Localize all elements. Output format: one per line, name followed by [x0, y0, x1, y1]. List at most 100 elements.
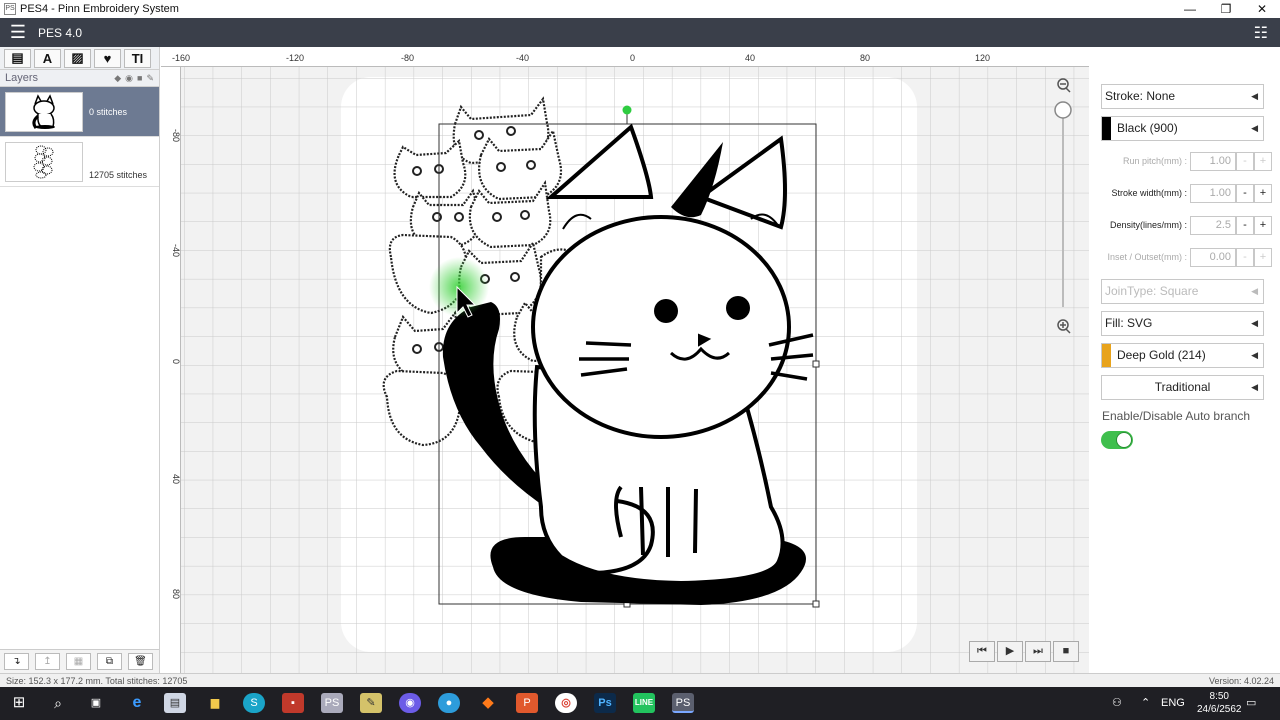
vertical-ruler: -80 -40 0 40 80 [161, 67, 181, 673]
inset-label: Inset / Outset(mm) : [1107, 252, 1187, 262]
pes-active-icon[interactable]: PS [672, 693, 694, 713]
duplicate-icon[interactable]: ⧉ [97, 653, 122, 670]
delete-icon[interactable]: 🗑 [128, 653, 153, 670]
caret-left-icon: ◀ [1251, 318, 1258, 328]
lock-icon[interactable]: ■ [137, 73, 142, 84]
language-indicator[interactable]: ENG [1161, 687, 1185, 720]
app-icon[interactable]: ● [438, 693, 460, 713]
caret-left-icon: ◀ [1251, 350, 1258, 360]
search-icon[interactable]: ⌕ [47, 693, 69, 713]
rotate-handle [622, 105, 632, 115]
maximize-button[interactable]: ❐ [1208, 0, 1244, 18]
ruler-label: 0 [171, 359, 181, 364]
photoshop-icon[interactable]: Ps [594, 693, 616, 713]
resize-handle [812, 360, 820, 368]
ruler-label: -120 [286, 53, 304, 63]
minimize-button[interactable]: — [1172, 0, 1208, 18]
visibility-icon[interactable]: ◉ [125, 73, 133, 84]
stroke-color-value: Black (900) [1117, 121, 1178, 135]
stroke-type-dropdown[interactable]: Stroke: None ◀ [1101, 84, 1264, 109]
resize-handle [812, 600, 820, 608]
add-textbox-icon[interactable]: TI [124, 48, 151, 68]
stroke-type-value: Stroke: None [1105, 89, 1176, 103]
window-controls: — ❐ ✕ [1172, 0, 1280, 18]
app-icon[interactable]: ▪ [282, 693, 304, 713]
file-explorer-icon[interactable]: ▆ [204, 693, 226, 713]
hamburger-menu-icon[interactable]: ☰ [0, 22, 36, 43]
app-version-title: PES 4.0 [38, 25, 83, 40]
clock[interactable]: 8:50 24/6/2562 [1197, 690, 1242, 716]
design-canvas[interactable]: -160 -120 -80 -40 0 40 80 120 -80 -40 0 … [161, 47, 1089, 673]
ruler-label: 80 [171, 589, 181, 599]
powerpoint-icon[interactable]: P [516, 693, 538, 713]
group-icon[interactable]: ▦ [66, 653, 91, 670]
density-input[interactable]: 2.5 [1190, 216, 1236, 235]
edit-icon[interactable]: ✎ [146, 73, 154, 84]
play-icon[interactable]: ▶ [997, 641, 1023, 662]
fill-color-swatch [1102, 344, 1111, 367]
ruler-label: -80 [171, 129, 181, 142]
skype-icon[interactable]: S [243, 693, 265, 713]
task-view-icon[interactable]: ▣ [85, 693, 107, 713]
app-icon[interactable]: ▤ [164, 693, 186, 713]
fill-type-dropdown[interactable]: Fill: SVG ◀ [1101, 311, 1264, 336]
stitch-playback-controls: ⏮ ▶ ⏭ ■ [969, 641, 1079, 662]
fill-style-dropdown[interactable]: Traditional ◀ [1101, 375, 1264, 400]
panel-menu-icon[interactable]: ☷ [1254, 23, 1268, 43]
ruler-label: -80 [401, 53, 414, 63]
chrome-icon[interactable]: ◎ [555, 693, 577, 713]
inset-input[interactable]: 0.00 [1190, 248, 1236, 267]
auto-branch-toggle[interactable] [1101, 431, 1133, 449]
add-text-icon[interactable]: A [34, 48, 61, 68]
inset-plus-button[interactable]: + [1254, 248, 1272, 267]
close-button[interactable]: ✕ [1244, 0, 1280, 18]
version-status: Version: 4.02.24 [1208, 676, 1274, 686]
add-design-icon[interactable]: ▤ [4, 48, 31, 68]
window-title: PES4 - Pinn Embroidery System [20, 3, 179, 15]
layer-item[interactable]: 12705 stitches [0, 137, 159, 187]
design-size-status: Size: 152.3 x 177.2 mm. Total stitches: … [6, 676, 188, 686]
stroke-color-dropdown[interactable]: Black (900) ◀ [1101, 116, 1264, 141]
notification-icon[interactable]: ▭ [1246, 687, 1256, 720]
ruler-label: -40 [516, 53, 529, 63]
line-icon[interactable]: LINE [633, 693, 655, 713]
edge-icon[interactable]: e [126, 693, 148, 713]
layer-item[interactable]: 0 stitches [0, 87, 159, 137]
app-icon[interactable]: ◉ [399, 693, 421, 713]
notes-icon[interactable]: ✎ [360, 693, 382, 713]
layers-title: Layers [5, 72, 39, 84]
run-pitch-plus-button[interactable]: + [1254, 152, 1272, 171]
rewind-icon[interactable]: ⏮ [969, 641, 995, 662]
people-icon[interactable]: ⚇ [1112, 687, 1122, 720]
run-pitch-minus-button[interactable]: - [1236, 152, 1254, 171]
join-type-value: JoinType: Square [1105, 284, 1199, 298]
app-header: ☰ PES 4.0 ☷ [0, 18, 1280, 47]
add-shape-icon[interactable]: ♥ [94, 48, 121, 68]
density-row: Density(lines/mm) : 2.5 - + [1090, 216, 1280, 236]
pes-icon[interactable]: PS [321, 693, 343, 713]
layers-header: Layers ◆ ◉ ■ ✎ [0, 70, 159, 87]
stroke-width-input[interactable]: 1.00 [1190, 184, 1236, 203]
clock-time: 8:50 [1209, 691, 1229, 702]
stroke-width-plus-button[interactable]: + [1254, 184, 1272, 203]
fast-forward-icon[interactable]: ⏭ [1025, 641, 1051, 662]
run-pitch-input[interactable]: 1.00 [1190, 152, 1236, 171]
start-icon[interactable]: ⊞ [8, 693, 30, 713]
inset-minus-button[interactable]: - [1236, 248, 1254, 267]
insert-toolbar: ▤ A ▨ ♥ TI [0, 47, 159, 70]
move-up-icon[interactable]: ↥ [35, 653, 60, 670]
add-image-icon[interactable]: ▨ [64, 48, 91, 68]
stop-icon[interactable]: ■ [1053, 641, 1079, 662]
move-down-icon[interactable]: ↴ [4, 653, 29, 670]
tag-icon[interactable]: ◆ [114, 73, 121, 84]
firefox-icon[interactable]: ◆ [477, 693, 499, 713]
layer-stitch-count: 0 stitches [89, 106, 128, 117]
join-type-dropdown[interactable]: JoinType: Square ◀ [1101, 279, 1264, 304]
density-plus-button[interactable]: + [1254, 216, 1272, 235]
ruler-label: 40 [171, 474, 181, 484]
tray-chevron-up-icon[interactable]: ⌃ [1141, 687, 1150, 720]
density-minus-button[interactable]: - [1236, 216, 1254, 235]
caret-left-icon: ◀ [1251, 123, 1258, 133]
fill-color-dropdown[interactable]: Deep Gold (214) ◀ [1101, 343, 1264, 368]
stroke-width-minus-button[interactable]: - [1236, 184, 1254, 203]
